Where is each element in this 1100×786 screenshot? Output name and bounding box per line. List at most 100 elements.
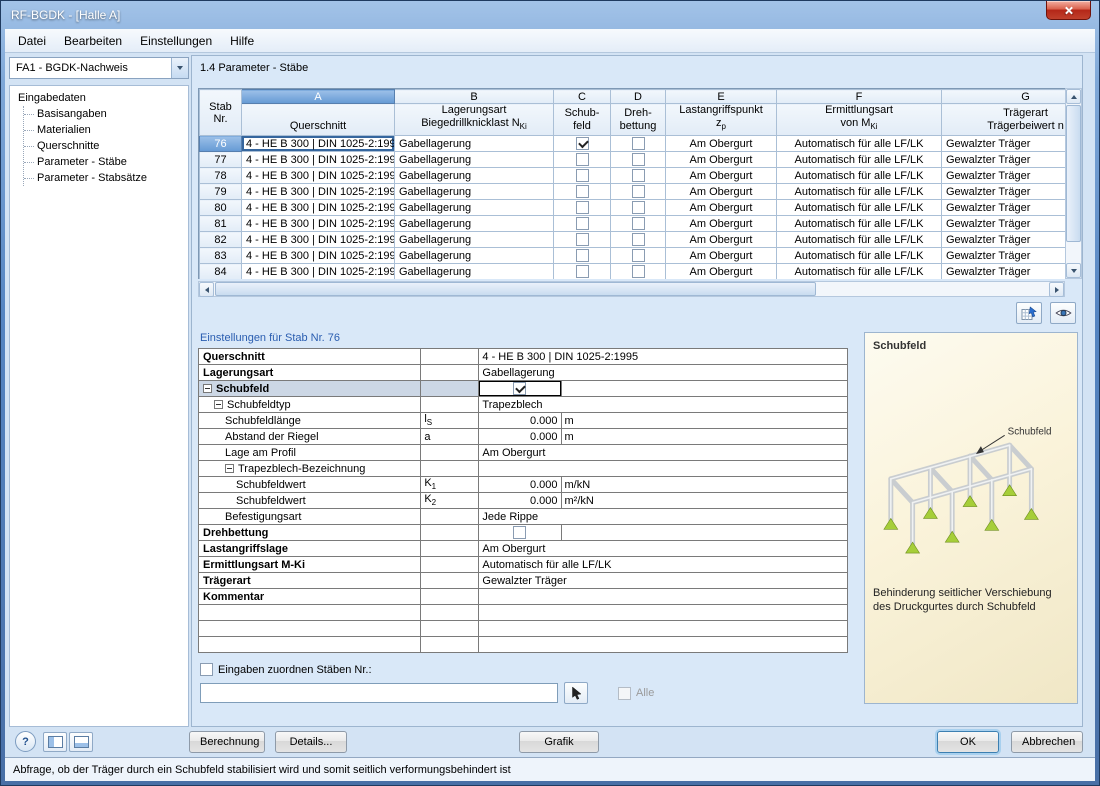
pick-members-button[interactable] xyxy=(564,682,588,704)
cell-79-querschnitt[interactable]: 4 - HE B 300 | DIN 1025-2:1995 xyxy=(242,184,395,200)
cell-82-querschnitt[interactable]: 4 - HE B 300 | DIN 1025-2:1995 xyxy=(242,232,395,248)
sidebar-item-parameter-stabsätze[interactable]: Parameter - Stabsätze xyxy=(24,170,186,186)
schubfeld-checkbox[interactable] xyxy=(576,153,589,166)
cell-82-lastangriffspunkt[interactable]: Am Obergurt xyxy=(666,232,777,248)
column-letter-D[interactable]: D xyxy=(611,90,666,104)
prop-value-kommentar[interactable] xyxy=(479,589,848,605)
prop-value-schubfeldwert[interactable]: 0.000 xyxy=(479,493,561,509)
cell-82-ermittlungsart[interactable]: Automatisch für alle LF/LK xyxy=(777,232,942,248)
case-dropdown-button[interactable] xyxy=(171,58,188,78)
cell-81-drehbettung[interactable] xyxy=(611,216,666,232)
cell-79-lagerungsart[interactable]: Gabellagerung xyxy=(395,184,554,200)
vertical-thumb[interactable] xyxy=(1066,105,1081,242)
cell-76-querschnitt[interactable]: 4 - HE B 300 | DIN 1025-2:1995 xyxy=(242,136,395,152)
row-header-82[interactable]: 82 xyxy=(200,232,242,248)
collapse-icon[interactable] xyxy=(225,464,234,473)
cell-76-traegerart[interactable]: Gewalzter Träger xyxy=(942,136,1066,152)
row-header-83[interactable]: 83 xyxy=(200,248,242,264)
scroll-right-button[interactable] xyxy=(1049,282,1064,297)
cell-76-drehbettung[interactable] xyxy=(611,136,666,152)
cell-83-lastangriffspunkt[interactable]: Am Obergurt xyxy=(666,248,777,264)
ok-button[interactable]: OK xyxy=(937,731,999,753)
schubfeld-checkbox[interactable] xyxy=(576,217,589,230)
scroll-down-button[interactable] xyxy=(1066,263,1081,278)
drehbettung-checkbox[interactable] xyxy=(632,201,645,214)
cell-83-lagerungsart[interactable]: Gabellagerung xyxy=(395,248,554,264)
horizontal-thumb[interactable] xyxy=(215,282,816,296)
cell-79-schubfeld[interactable] xyxy=(554,184,611,200)
horizontal-track[interactable] xyxy=(214,282,1049,296)
schubfeld-checkbox[interactable] xyxy=(576,265,589,278)
cell-84-traegerart[interactable]: Gewalzter Träger xyxy=(942,264,1066,279)
drehbettung-checkbox[interactable] xyxy=(632,249,645,262)
column-letter-A[interactable]: A xyxy=(242,90,395,104)
column-header-drehbettung[interactable]: Dreh-bettung xyxy=(611,104,666,136)
assign-members-input[interactable] xyxy=(200,683,558,703)
column-header-ermittlungsart[interactable]: Ermittlungsartvon MKi xyxy=(777,104,942,136)
prop-schubfeld-checkbox[interactable] xyxy=(513,382,526,395)
cell-83-drehbettung[interactable] xyxy=(611,248,666,264)
cell-83-traegerart[interactable]: Gewalzter Träger xyxy=(942,248,1066,264)
schubfeld-checkbox[interactable] xyxy=(576,185,589,198)
prop-value-querschnitt[interactable]: 4 - HE B 300 | DIN 1025-2:1995 xyxy=(479,349,848,365)
collapse-icon[interactable] xyxy=(203,384,212,393)
drehbettung-checkbox[interactable] xyxy=(632,233,645,246)
cell-80-lagerungsart[interactable]: Gabellagerung xyxy=(395,200,554,216)
cell-77-ermittlungsart[interactable]: Automatisch für alle LF/LK xyxy=(777,152,942,168)
scroll-left-button[interactable] xyxy=(199,282,214,297)
sidebar-item-parameter-stäbe[interactable]: Parameter - Stäbe xyxy=(24,154,186,170)
cell-79-traegerart[interactable]: Gewalzter Träger xyxy=(942,184,1066,200)
drehbettung-checkbox[interactable] xyxy=(632,265,645,278)
prop-value-lastangriffslage[interactable]: Am Obergurt xyxy=(479,541,848,557)
prop-value-lagerungsart[interactable]: Gabellagerung xyxy=(479,365,848,381)
row-header-80[interactable]: 80 xyxy=(200,200,242,216)
drehbettung-checkbox[interactable] xyxy=(632,185,645,198)
cell-84-querschnitt[interactable]: 4 - HE B 300 | DIN 1025-2:1995 xyxy=(242,264,395,279)
cell-82-traegerart[interactable]: Gewalzter Träger xyxy=(942,232,1066,248)
cell-81-schubfeld[interactable] xyxy=(554,216,611,232)
drehbettung-checkbox[interactable] xyxy=(632,137,645,150)
cell-77-traegerart[interactable]: Gewalzter Träger xyxy=(942,152,1066,168)
menu-item-hilfe[interactable]: Hilfe xyxy=(221,31,263,51)
cell-78-lagerungsart[interactable]: Gabellagerung xyxy=(395,168,554,184)
column-header-schubfeld[interactable]: Schub-feld xyxy=(554,104,611,136)
sidebar-root-eingabedaten[interactable]: Eingabedaten xyxy=(16,91,186,106)
toggle-panel-button[interactable] xyxy=(69,732,93,752)
menu-item-einstellungen[interactable]: Einstellungen xyxy=(131,31,221,51)
column-letter-E[interactable]: E xyxy=(666,90,777,104)
cell-79-lastangriffspunkt[interactable]: Am Obergurt xyxy=(666,184,777,200)
cell-76-lagerungsart[interactable]: Gabellagerung xyxy=(395,136,554,152)
schubfeld-checkbox[interactable] xyxy=(576,249,589,262)
menu-item-bearbeiten[interactable]: Bearbeiten xyxy=(55,31,131,51)
row-header-77[interactable]: 77 xyxy=(200,152,242,168)
drehbettung-checkbox[interactable] xyxy=(632,217,645,230)
schubfeld-checkbox[interactable] xyxy=(576,169,589,182)
column-header-traegerart[interactable]: TrägerartTrägerbeiwert n xyxy=(942,104,1066,136)
prop-value-abstand-der-riegel[interactable]: 0.000 xyxy=(479,429,561,445)
cell-82-lagerungsart[interactable]: Gabellagerung xyxy=(395,232,554,248)
abbrechen-button[interactable]: Abbrechen xyxy=(1011,731,1083,753)
cell-80-traegerart[interactable]: Gewalzter Träger xyxy=(942,200,1066,216)
cell-79-drehbettung[interactable] xyxy=(611,184,666,200)
sidebar-item-querschnitte[interactable]: Querschnitte xyxy=(24,138,186,154)
column-header-lagerungsart[interactable]: LagerungsartBiegedrillknicklast NKi xyxy=(395,104,554,136)
cell-77-lastangriffspunkt[interactable]: Am Obergurt xyxy=(666,152,777,168)
cell-78-drehbettung[interactable] xyxy=(611,168,666,184)
close-button[interactable] xyxy=(1046,1,1091,20)
cell-78-schubfeld[interactable] xyxy=(554,168,611,184)
cell-81-ermittlungsart[interactable]: Automatisch für alle LF/LK xyxy=(777,216,942,232)
cell-76-lastangriffspunkt[interactable]: Am Obergurt xyxy=(666,136,777,152)
row-header-78[interactable]: 78 xyxy=(200,168,242,184)
cell-83-schubfeld[interactable] xyxy=(554,248,611,264)
cell-78-traegerart[interactable]: Gewalzter Träger xyxy=(942,168,1066,184)
grafik-button[interactable]: Grafik xyxy=(519,731,599,753)
cell-78-lastangriffspunkt[interactable]: Am Obergurt xyxy=(666,168,777,184)
cell-77-drehbettung[interactable] xyxy=(611,152,666,168)
row-header-76[interactable]: 76 xyxy=(200,136,242,152)
cell-81-lagerungsart[interactable]: Gabellagerung xyxy=(395,216,554,232)
schubfeld-checkbox[interactable] xyxy=(576,201,589,214)
details-button[interactable]: Details... xyxy=(275,731,347,753)
column-letter-G[interactable]: G xyxy=(942,90,1066,104)
sidebar-item-materialien[interactable]: Materialien xyxy=(24,122,186,138)
cell-84-schubfeld[interactable] xyxy=(554,264,611,279)
